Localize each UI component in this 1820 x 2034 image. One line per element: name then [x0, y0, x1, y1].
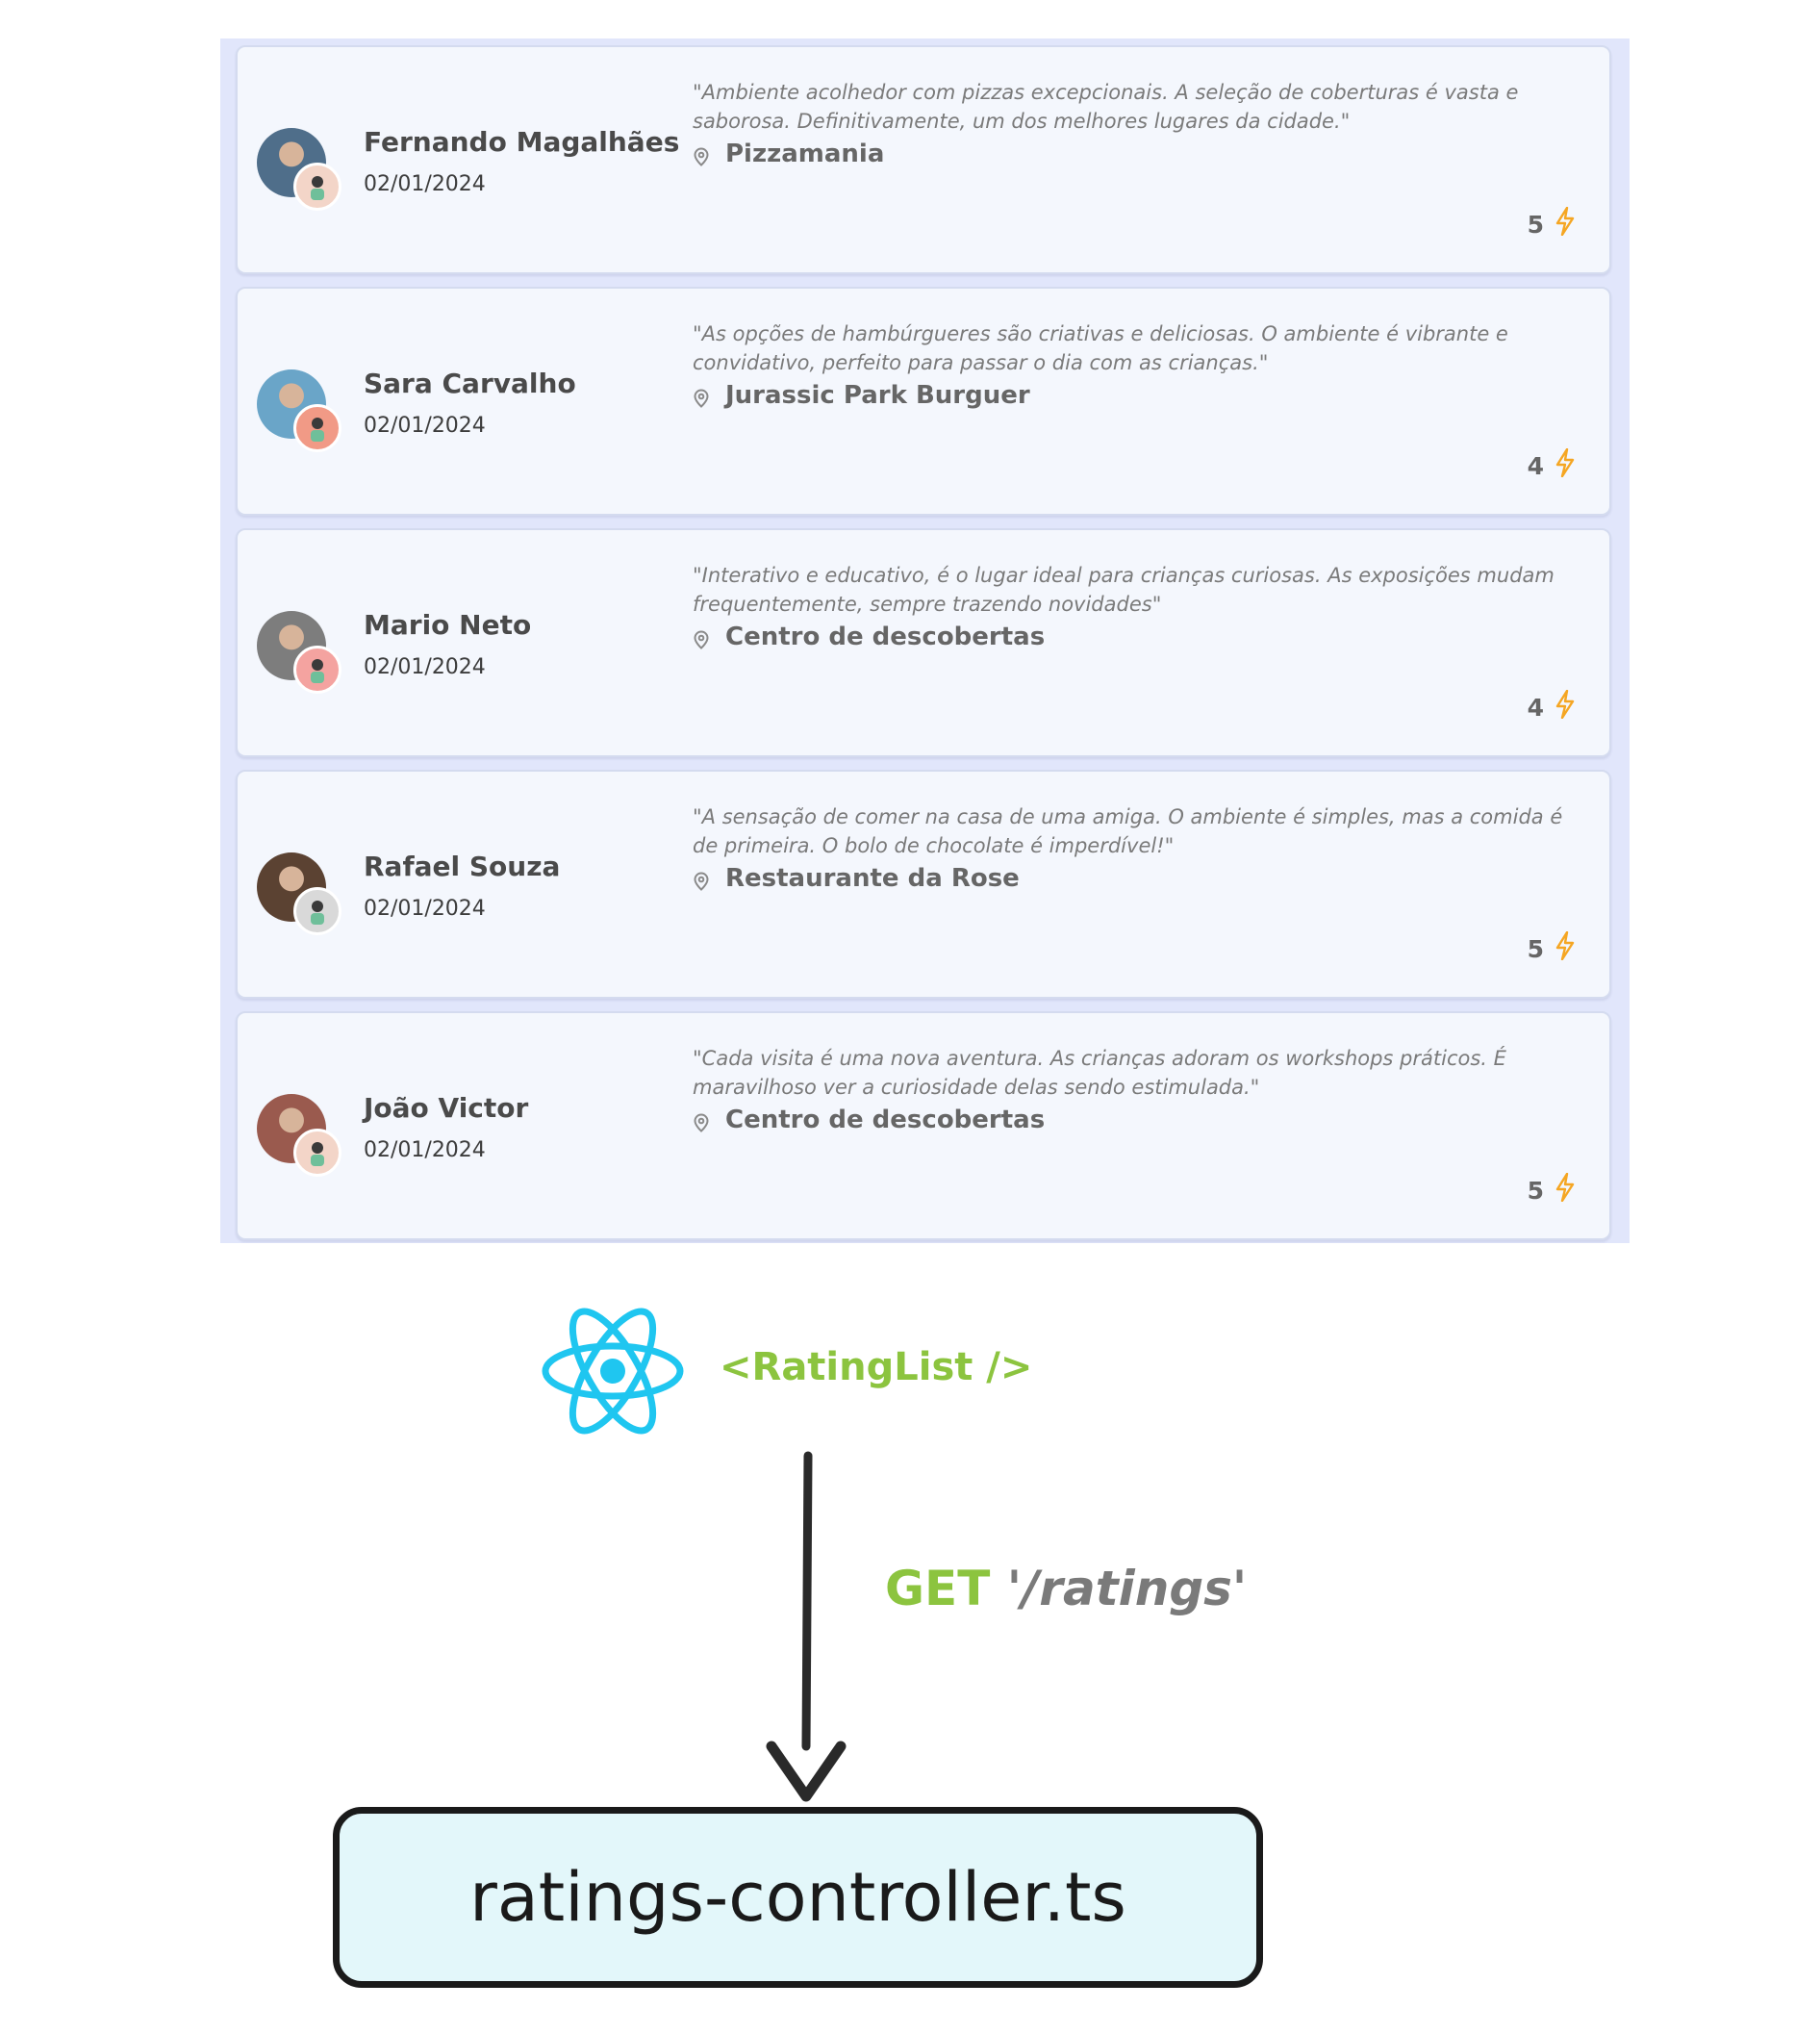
rating-quote: "Interativo e educativo, é o lugar ideal…	[693, 564, 1555, 616]
location-pin-icon	[693, 386, 710, 408]
rating-score: 4	[1527, 689, 1575, 725]
bolt-icon	[1555, 447, 1575, 483]
bolt-icon	[1555, 206, 1575, 242]
rating-card: Rafael Souza 02/01/2024 "A sensação de c…	[236, 770, 1611, 999]
place-name: Pizzamania	[725, 140, 885, 168]
bolt-icon	[1555, 689, 1575, 725]
rating-card: Fernando Magalhães 02/01/2024 "Ambiente …	[236, 45, 1611, 274]
rating-list-panel: Fernando Magalhães 02/01/2024 "Ambiente …	[220, 38, 1630, 1243]
component-label: <RatingList />	[720, 1345, 1033, 1389]
place-badge-avatar	[293, 163, 341, 211]
user-name: Rafael Souza	[364, 851, 561, 882]
rating-quote: "A sensação de comer na casa de uma amig…	[693, 805, 1563, 857]
rating-card: Mario Neto 02/01/2024 "Interativo e educ…	[236, 528, 1611, 757]
user-name: Mario Neto	[364, 609, 532, 641]
rating-date: 02/01/2024	[364, 655, 486, 679]
place-badge-avatar	[293, 1129, 341, 1177]
location-pin-icon	[693, 627, 710, 649]
place-link[interactable]: Centro de descobertas	[693, 1106, 1045, 1134]
bolt-icon	[1555, 930, 1575, 966]
rating-value: 5	[1527, 210, 1544, 239]
location-pin-icon	[693, 1110, 710, 1132]
rating-date: 02/01/2024	[364, 414, 486, 438]
place-badge-avatar	[293, 646, 341, 694]
place-name: Restaurante da Rose	[725, 864, 1020, 893]
bolt-icon	[1555, 1172, 1575, 1208]
location-pin-icon	[693, 869, 710, 891]
http-method: GET	[885, 1561, 991, 1616]
rating-value: 5	[1527, 934, 1544, 963]
rating-date: 02/01/2024	[364, 1138, 486, 1162]
user-name: Sara Carvalho	[364, 368, 576, 399]
rating-value: 5	[1527, 1176, 1544, 1205]
user-name: Fernando Magalhães	[364, 126, 680, 158]
rating-score: 5	[1527, 206, 1575, 242]
rating-date: 02/01/2024	[364, 172, 486, 196]
place-badge-avatar	[293, 887, 341, 935]
react-nucleus	[600, 1359, 625, 1384]
place-link[interactable]: Centro de descobertas	[693, 623, 1045, 651]
rating-score: 5	[1527, 1172, 1575, 1208]
rating-date: 02/01/2024	[364, 897, 486, 921]
http-path: '/ratings'	[1006, 1561, 1248, 1616]
location-pin-icon	[693, 144, 710, 166]
controller-file-name: ratings-controller.ts	[469, 1858, 1126, 1937]
rating-quote: "As opções de hambúrgueres são criativas…	[693, 322, 1508, 374]
place-link[interactable]: Restaurante da Rose	[693, 864, 1020, 893]
react-logo-icon	[542, 1308, 684, 1435]
rating-quote: "Cada visita é uma nova aventura. As cri…	[693, 1047, 1506, 1099]
place-name: Centro de descobertas	[725, 1106, 1046, 1134]
rating-score: 4	[1527, 447, 1575, 483]
request-arrow	[766, 1451, 847, 1802]
rating-card: Sara Carvalho 02/01/2024 "As opções de h…	[236, 287, 1611, 516]
place-link[interactable]: Jurassic Park Burguer	[693, 381, 1030, 410]
rating-quote: "Ambiente acolhedor com pizzas excepcion…	[693, 81, 1519, 133]
place-badge-avatar	[293, 404, 341, 452]
place-name: Jurassic Park Burguer	[725, 381, 1030, 410]
place-link[interactable]: Pizzamania	[693, 140, 884, 168]
rating-value: 4	[1527, 693, 1544, 722]
rating-card: João Victor 02/01/2024 "Cada visita é um…	[236, 1011, 1611, 1240]
rating-value: 4	[1527, 451, 1544, 480]
http-request-label: GET '/ratings'	[885, 1561, 1247, 1616]
rating-score: 5	[1527, 930, 1575, 966]
controller-file-box: ratings-controller.ts	[333, 1807, 1263, 1988]
user-name: João Victor	[364, 1092, 529, 1124]
place-name: Centro de descobertas	[725, 623, 1046, 651]
